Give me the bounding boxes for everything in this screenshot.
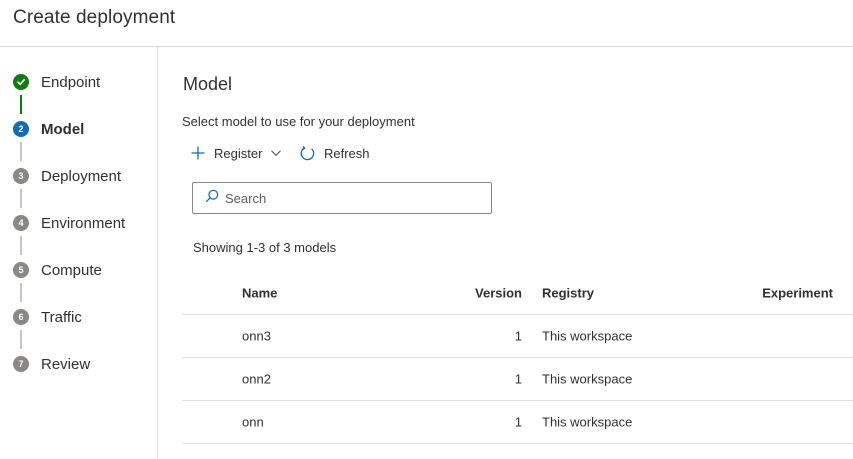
column-header-experiment[interactable]: Experiment bbox=[762, 285, 833, 300]
model-name: onn bbox=[242, 414, 264, 430]
step-endpoint[interactable]: Endpoint bbox=[13, 72, 100, 92]
step-review[interactable]: 7 Review bbox=[13, 354, 90, 374]
step-label: Model bbox=[41, 120, 85, 138]
column-header-registry[interactable]: Registry bbox=[542, 285, 594, 300]
step-label: Compute bbox=[41, 261, 102, 279]
model-name: onn2 bbox=[242, 371, 271, 387]
page-header: Create deployment bbox=[0, 0, 853, 47]
model-version: 1 bbox=[514, 414, 522, 430]
model-version: 1 bbox=[514, 371, 522, 387]
checkmark-icon bbox=[13, 74, 29, 90]
step-deployment[interactable]: 3 Deployment bbox=[13, 166, 121, 186]
table-row[interactable]: onn2 1 This workspace bbox=[182, 358, 853, 401]
step-label: Review bbox=[41, 355, 91, 373]
plus-icon bbox=[190, 145, 206, 161]
model-registry: This workspace bbox=[542, 414, 633, 430]
page-title: Create deployment bbox=[13, 7, 176, 28]
step-label: Traffic bbox=[41, 308, 82, 326]
table-row[interactable]: onn 1 This workspace bbox=[182, 401, 853, 444]
step-connector bbox=[20, 142, 22, 161]
table-row[interactable]: onn3 1 This workspace bbox=[182, 315, 853, 358]
models-table: Name Version Registry Experiment onn3 1 … bbox=[182, 271, 853, 444]
section-title: Model bbox=[183, 74, 233, 94]
main-panel: Model Select model to use for your deplo… bbox=[158, 47, 853, 459]
model-registry: This workspace bbox=[542, 328, 633, 344]
refresh-button[interactable]: Refresh bbox=[299, 143, 370, 163]
step-label: Deployment bbox=[41, 167, 122, 185]
results-count: Showing 1-3 of 3 models bbox=[193, 240, 337, 255]
step-connector bbox=[20, 236, 22, 255]
column-header-name[interactable]: Name bbox=[242, 285, 277, 300]
instruction-text: Select model to use for your deployment bbox=[182, 114, 415, 129]
step-label: Environment bbox=[41, 214, 126, 232]
refresh-icon bbox=[299, 145, 316, 162]
step-number-badge: 6 bbox=[13, 309, 29, 325]
model-registry: This workspace bbox=[542, 371, 633, 387]
step-label: Endpoint bbox=[41, 73, 101, 91]
register-button[interactable]: Register bbox=[190, 143, 282, 163]
step-connector bbox=[20, 330, 22, 349]
model-name: onn3 bbox=[242, 328, 271, 344]
table-header-row: Name Version Registry Experiment bbox=[182, 271, 853, 315]
model-version: 1 bbox=[514, 328, 522, 344]
search-box[interactable] bbox=[192, 182, 492, 214]
step-number-badge: 2 bbox=[13, 121, 29, 137]
search-icon bbox=[205, 189, 219, 208]
register-label: Register bbox=[214, 145, 263, 161]
step-model[interactable]: 2 Model bbox=[13, 119, 84, 139]
step-number-badge: 5 bbox=[13, 262, 29, 278]
refresh-label: Refresh bbox=[324, 145, 370, 161]
step-connector bbox=[20, 95, 22, 114]
step-traffic[interactable]: 6 Traffic bbox=[13, 307, 82, 327]
chevron-down-icon[interactable] bbox=[270, 147, 282, 159]
step-environment[interactable]: 4 Environment bbox=[13, 213, 125, 233]
step-number-badge: 7 bbox=[13, 356, 29, 372]
step-connector bbox=[20, 189, 22, 208]
step-connector bbox=[20, 283, 22, 302]
step-number-badge: 4 bbox=[13, 215, 29, 231]
search-input[interactable] bbox=[225, 190, 475, 206]
step-number-badge: 3 bbox=[13, 168, 29, 184]
step-compute[interactable]: 5 Compute bbox=[13, 260, 102, 280]
column-header-version[interactable]: Version bbox=[475, 285, 522, 300]
wizard-steps: Endpoint 2 Model 3 Deployment 4 Environm… bbox=[0, 47, 158, 459]
